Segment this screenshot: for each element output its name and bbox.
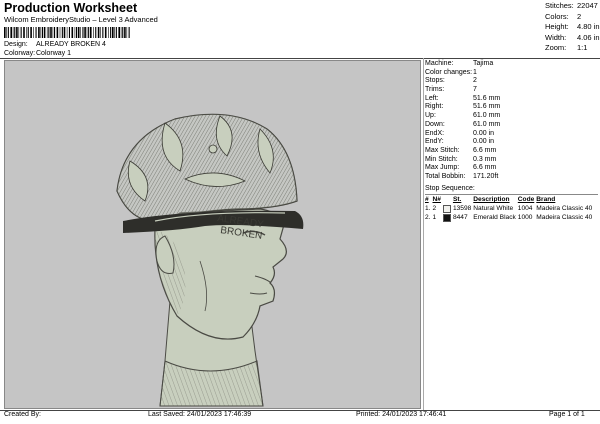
min-stitch-label: Min Stitch:	[425, 155, 458, 163]
trims-label: Trims:	[425, 86, 445, 94]
total-bobbin-label: Total Bobbin:	[425, 172, 466, 180]
col-header-brand: Brand	[536, 196, 556, 203]
created-by: Created By:	[4, 411, 41, 418]
row-stitches: 13598	[452, 205, 472, 212]
machine-value: Tajima	[473, 60, 494, 67]
machine-label: Machine:	[425, 60, 454, 67]
up-value: 61.0 mm	[473, 112, 501, 120]
page-number: Page 1 of 1	[549, 411, 585, 418]
col-header-needle: N#	[432, 196, 441, 203]
down-label: Down:	[425, 120, 445, 128]
colorway-label: Colorway:	[4, 50, 36, 57]
col-header-num: #	[425, 196, 429, 203]
width-value: 4.06 in	[577, 32, 600, 42]
left-label: Left:	[425, 94, 439, 102]
endy-label: EndY:	[425, 138, 444, 146]
max-jump-value: 6.6 mm	[473, 164, 497, 172]
total-bobbin-value: 171.20ft	[473, 172, 499, 180]
machine-info: Machine: Tajima Color changes: 1 Stops: 2 T…	[425, 60, 500, 182]
stops-value: 2	[473, 77, 477, 85]
column-divider	[423, 58, 424, 410]
max-stitch-label: Max Stitch:	[425, 146, 460, 154]
color-swatch	[442, 213, 453, 222]
right-value: 51.6 mm	[473, 103, 501, 111]
header-divider	[0, 58, 600, 59]
row-brand: Madeira Classic 40	[536, 205, 593, 212]
endy-value: 0.00 in	[473, 138, 495, 146]
stop-sequence-title: Stop Sequence:	[425, 185, 475, 192]
color-changes-label: Color changes:	[425, 68, 473, 76]
col-header-description: Description	[473, 196, 510, 203]
top-stats: Stitches: 22047 Colors: 2 Height: 4.80 in W…	[545, 1, 600, 54]
col-header-swatch	[443, 195, 453, 204]
down-value: 61.0 mm	[473, 120, 501, 128]
max-jump-label: Max Jump:	[425, 164, 460, 172]
table-header-row: # N# St. Description Code Brand	[425, 195, 594, 204]
stitches-value: 22047	[577, 1, 598, 10]
row-needle: 1	[432, 214, 437, 221]
right-label: Right:	[425, 103, 444, 111]
row-description: Emerald Black	[473, 214, 516, 221]
colorway-value: Colorway 1	[36, 50, 72, 57]
stops-label: Stops:	[425, 77, 445, 85]
color-swatch-box	[442, 204, 451, 213]
col-header-stitches: St.	[452, 196, 462, 203]
color-swatch	[442, 204, 453, 213]
row-brand: Madeira Classic 40	[536, 214, 593, 221]
footer-divider	[0, 410, 600, 411]
page-title: Production Worksheet	[4, 1, 138, 15]
row-num: 2.	[425, 214, 431, 221]
col-header-code: Code	[517, 196, 535, 203]
colors-value: 2	[577, 11, 582, 21]
stitches-label: Stitches:	[545, 1, 574, 10]
embroidery-design: ALREADY BROKEN	[116, 113, 304, 407]
color-swatch-box	[442, 213, 451, 222]
design-value: ALREADY BROKEN 4	[36, 41, 106, 48]
row-description: Natural White	[473, 205, 514, 212]
color-changes-value: 1	[473, 68, 477, 76]
min-stitch-value: 0.3 mm	[473, 155, 497, 163]
max-stitch-value: 6.6 mm	[473, 146, 497, 154]
barcode	[4, 27, 130, 38]
row-stitches: 8447	[452, 214, 468, 221]
row-num: 1.	[425, 205, 431, 212]
printed-date: Printed: 24/01/2023 17:46:41	[356, 411, 447, 418]
stop-sequence-table: # N# St. Description Code Brand 1. 2 135…	[425, 195, 594, 222]
trims-value: 7	[473, 86, 477, 94]
endx-label: EndX:	[425, 129, 445, 137]
last-saved: Last Saved: 24/01/2023 17:46:39	[148, 411, 252, 418]
zoom-value: 1:1	[577, 43, 588, 52]
width-label: Width:	[545, 32, 567, 42]
zoom-label: Zoom:	[545, 43, 567, 52]
up-label: Up:	[425, 112, 436, 120]
row-code: 1004	[517, 205, 533, 212]
table-row: 2. 1 8447 Emerald Black 1000 Madeira Cla…	[425, 213, 594, 222]
software-name: Wilcom EmbroideryStudio – Level 3 Advanc…	[4, 15, 158, 24]
table-row: 1. 2 13598 Natural White 1004 Madeira Cl…	[425, 204, 594, 213]
design-label: Design:	[4, 41, 28, 48]
endx-value: 0.00 in	[473, 129, 495, 137]
left-value: 51.6 mm	[473, 94, 501, 102]
height-label: Height:	[545, 22, 569, 31]
row-needle: 2	[432, 205, 437, 212]
colors-label: Colors:	[545, 11, 569, 21]
design-preview: ALREADY BROKEN	[4, 60, 421, 409]
height-value: 4.80 in	[577, 22, 600, 31]
row-code: 1000	[517, 214, 533, 221]
